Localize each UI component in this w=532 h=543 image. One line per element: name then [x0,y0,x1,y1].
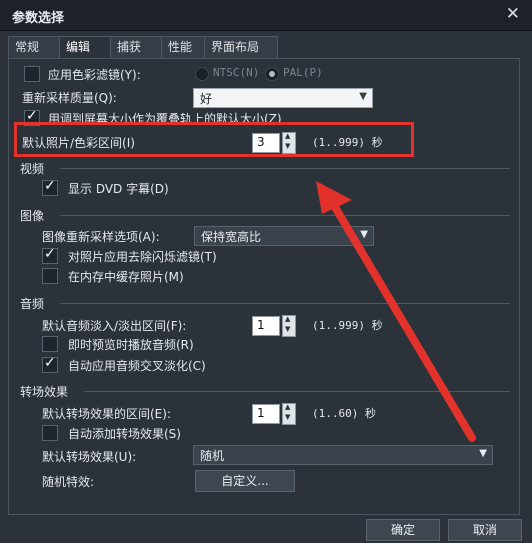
annotation-arrow-shaft [328,198,476,442]
annotation-arrow [316,181,476,442]
